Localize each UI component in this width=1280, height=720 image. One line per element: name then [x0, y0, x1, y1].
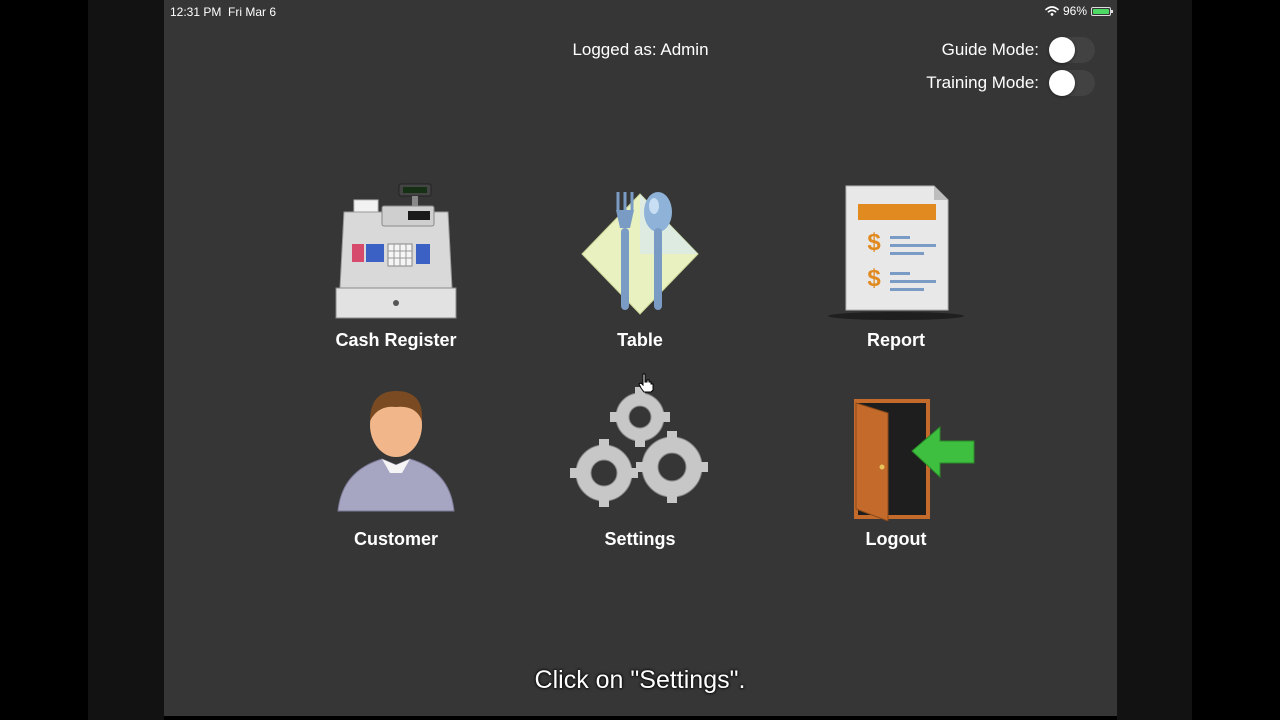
wifi-icon [1045, 6, 1059, 16]
device-bezel-right [1117, 0, 1192, 720]
training-mode-row: Training Mode: [926, 70, 1095, 96]
customer-label: Customer [353, 529, 438, 549]
customer-icon [337, 391, 455, 512]
guide-mode-toggle[interactable] [1049, 37, 1095, 63]
svg-text:$: $ [867, 265, 881, 292]
battery-icon [1091, 6, 1113, 16]
training-mode-toggle[interactable] [1049, 70, 1095, 96]
settings-button[interactable]: Settings [540, 381, 740, 550]
letterbox-left [0, 0, 88, 720]
device-bezel-left [88, 0, 231, 720]
guide-mode-label: Guide Mode: [941, 40, 1039, 59]
report-button[interactable]: $ $ Report [796, 182, 996, 351]
cash-register-icon [335, 183, 457, 319]
status-time: 12:31 PM [170, 5, 222, 19]
status-bar: 12:31 PM Fri Mar 6 96% [164, 0, 1117, 24]
status-indicators: 96% [1045, 4, 1113, 18]
table-label: Table [617, 330, 663, 350]
subtitle-caption: Click on "Settings". [534, 666, 746, 694]
logout-door-icon [854, 399, 975, 521]
battery-percent: 96% [1062, 4, 1087, 18]
report-label: Report [867, 330, 925, 350]
customer-button[interactable]: Customer [296, 381, 496, 550]
letterbox-right [1192, 0, 1280, 720]
guide-mode-row: Guide Mode: [942, 37, 1095, 63]
training-mode-label: Training Mode: [926, 73, 1039, 92]
cash-register-button[interactable]: Cash Register [296, 182, 496, 351]
app-screen: 12:31 PM Fri Mar 6 96% Logged as: Admin … [164, 0, 1117, 716]
svg-text:$: $ [867, 229, 881, 256]
hand-pointer-cursor-icon [638, 373, 654, 393]
logout-label: Logout [865, 529, 927, 549]
table-icon [581, 192, 699, 315]
status-date: Fri Mar 6 [228, 5, 276, 19]
report-icon: $ $ [828, 185, 964, 320]
cash-register-label: Cash Register [335, 330, 457, 350]
settings-label: Settings [604, 529, 676, 549]
logout-button[interactable]: Logout [796, 381, 996, 550]
table-button[interactable]: Table [540, 182, 740, 351]
settings-gears-icon [570, 387, 708, 507]
